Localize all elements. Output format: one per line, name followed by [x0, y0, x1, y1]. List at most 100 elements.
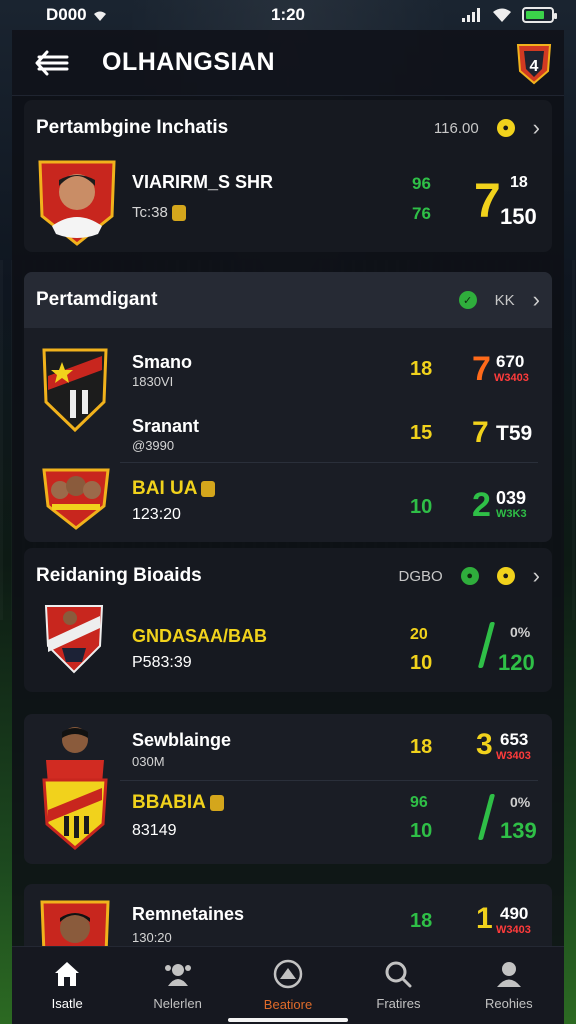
- big-rating: 7: [474, 175, 501, 228]
- card-section-5[interactable]: Remnetaines 130:20 18 1 490 W3403: [24, 884, 552, 946]
- row-name-3: BAI UA: [132, 478, 216, 500]
- section-header-3[interactable]: Reidaning Bioaids DGBO ● ● ›: [24, 548, 552, 604]
- player-sub-5: 130:20: [132, 930, 172, 945]
- tab-home[interactable]: Isatle: [12, 947, 122, 1024]
- back-button[interactable]: [22, 33, 82, 93]
- battery-level: [526, 11, 544, 19]
- profile-icon: [496, 962, 521, 987]
- tab-team[interactable]: Nelerlen: [122, 947, 232, 1024]
- tab-label-home: Isatle: [51, 996, 83, 1011]
- tab-ball[interactable]: Beatiore: [233, 947, 343, 1024]
- chevron-right-icon[interactable]: ›: [533, 563, 540, 589]
- player-sub-3: P583:39: [132, 654, 192, 671]
- stat-top: 96: [412, 174, 431, 193]
- svg-text:4: 4: [530, 58, 539, 75]
- wifi-small-icon: [93, 11, 106, 21]
- chevron-right-icon[interactable]: ›: [533, 287, 540, 313]
- row-side-top-4b: 0%: [510, 794, 531, 810]
- back-arrow-icon: [35, 50, 69, 75]
- app-bar: OLHANGSIAN 4: [12, 30, 564, 96]
- tab-label-profile: Reohies: [484, 996, 533, 1011]
- home-indicator: [228, 1018, 348, 1022]
- player-avatar: [40, 900, 110, 946]
- content-area: Pertambgine Inchatis 116.00 ● › VIARIRM_…: [12, 96, 564, 946]
- yellow-indicator-icon: ●: [496, 567, 515, 585]
- green-check-icon: ✓: [458, 291, 477, 309]
- chevron-right-icon[interactable]: ›: [533, 115, 540, 141]
- team-crest-icon: [42, 468, 110, 530]
- row-stat-4a: 18: [410, 736, 433, 758]
- battery-icon: [522, 7, 557, 23]
- row-name-4a: Sewblainge: [132, 730, 232, 750]
- player-kit-icon: [42, 727, 108, 850]
- section-meta-2: ✓ KK ›: [458, 287, 540, 313]
- status-left: D000: [46, 5, 109, 25]
- row-stat-bottom-4b: 10: [410, 820, 433, 842]
- row-stat-1: 18: [410, 358, 433, 380]
- row-tiny-3: W3K3: [496, 508, 527, 520]
- card-section-4[interactable]: Sewblainge 030M 18 3 653 W3403 BBABIA 83…: [24, 714, 552, 864]
- team-icon: [164, 964, 191, 986]
- search-icon: [385, 961, 412, 988]
- green-slash-icon: [477, 622, 496, 668]
- row-divider: [120, 462, 538, 463]
- row-sub-4a: 030M: [132, 754, 165, 769]
- player-tiny-5: W3403: [496, 924, 531, 936]
- row-side-4a: 653: [500, 730, 529, 749]
- row-name-3-text: BAI UA: [132, 478, 198, 499]
- section-meta-text-3: DGBO: [398, 567, 443, 585]
- row-name-2: Sranant: [132, 416, 200, 436]
- section-meta-text-2: KK: [494, 291, 515, 309]
- player-sub: Tc:38: [132, 204, 186, 222]
- tab-profile[interactable]: Reohies: [454, 947, 564, 1024]
- player-side-bottom-3: 120: [498, 650, 535, 675]
- row-sub-1: 1830VI: [132, 374, 174, 389]
- tab-search[interactable]: Fratires: [343, 947, 453, 1024]
- ball-icon: [273, 959, 303, 989]
- row-side-bottom-4b: 139: [500, 818, 537, 843]
- row-big-2: 7: [472, 416, 489, 449]
- player-big-5: 1: [476, 902, 493, 935]
- status-bar: D000 1:20: [0, 0, 576, 30]
- status-right: [462, 7, 557, 23]
- side-top: 18: [510, 174, 528, 191]
- carrier-label: D000: [46, 5, 87, 24]
- row-big-4a: 3: [476, 728, 493, 761]
- home-icon: [55, 962, 80, 986]
- section-title-1: Pertambgine Inchatis: [36, 117, 229, 138]
- wifi-icon: [493, 8, 511, 22]
- row-side-3: 039: [496, 488, 527, 508]
- section-title-2: Pertamdigant: [36, 289, 158, 310]
- card-section-3[interactable]: Reidaning Bioaids DGBO ● ● › GNDASAA/BAB…: [24, 548, 552, 692]
- row-sub-3: 123:20: [132, 506, 181, 523]
- side-bottom: 150: [500, 204, 537, 229]
- row-tiny-4a: W3403: [496, 750, 531, 762]
- row-stat-3: 10: [410, 496, 433, 518]
- yellow-indicator-icon: ●: [496, 119, 515, 137]
- player-stat-top-3: 20: [410, 626, 428, 643]
- row-stat-top-4b: 96: [410, 794, 428, 811]
- player-side-5: 490: [500, 904, 529, 923]
- section-title-3: Reidaning Bioaids: [36, 565, 202, 586]
- page-title: OLHANGSIAN: [102, 48, 276, 76]
- row-sub-4b: 83149: [132, 822, 177, 839]
- club-badge-icon[interactable]: 4: [514, 41, 554, 85]
- row-name-4b-text: BBABIA: [132, 792, 206, 813]
- section-header-1[interactable]: Pertambgine Inchatis 116.00 ● ›: [24, 100, 552, 156]
- card-section-2[interactable]: Pertamdigant ✓ KK › Smano 1830VI 18 7 67…: [24, 272, 552, 542]
- row-stat-2: 15: [410, 422, 433, 444]
- stat-bottom: 76: [412, 204, 431, 223]
- section-header-2[interactable]: Pertamdigant ✓ KK ›: [24, 272, 552, 328]
- row-big-3: 2: [472, 486, 491, 524]
- row-sub-2: @3990: [132, 438, 175, 453]
- gold-coin-icon: [209, 794, 224, 811]
- row-side-2: T59: [496, 422, 533, 445]
- section-meta-3: DGBO ● ● ›: [398, 563, 540, 589]
- player-name-5: Remnetaines: [132, 904, 245, 924]
- club-crest-icon: [44, 605, 104, 674]
- player-side-top-3: 0%: [510, 624, 531, 640]
- green-indicator-icon: ●: [460, 567, 479, 585]
- section-meta-1: 116.00 ● ›: [434, 115, 540, 141]
- card-section-1[interactable]: Pertambgine Inchatis 116.00 ● › VIARIRM_…: [24, 100, 552, 252]
- bottom-tab-bar: Isatle Nelerlen Beatiore Fratires Reohie…: [12, 946, 564, 1024]
